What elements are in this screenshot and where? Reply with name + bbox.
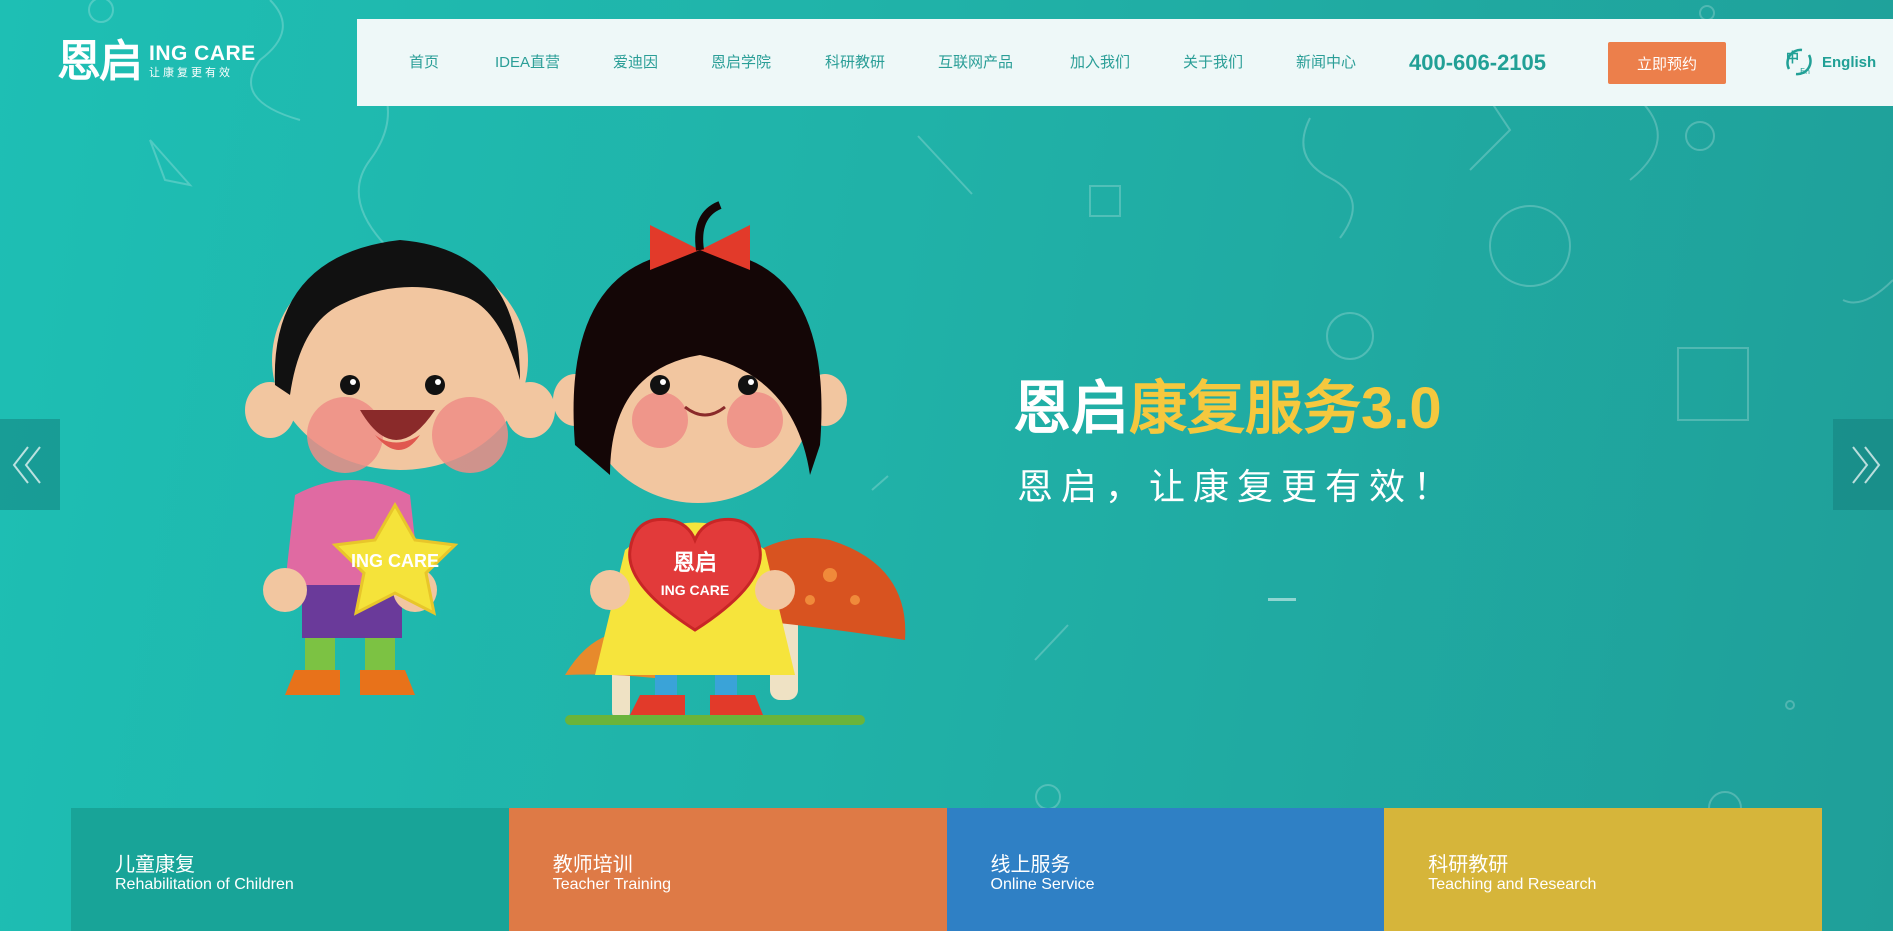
card-teacher-training[interactable]: 教师培训 Teacher Training	[508, 808, 947, 931]
kids-illustration: ING CARE 恩启 ING CARE	[245, 201, 906, 725]
double-chevron-left-icon	[12, 446, 41, 484]
star-badge-text: ING CARE	[351, 551, 439, 571]
logo-slogan: 让康复更有效	[149, 67, 233, 79]
book-now-button[interactable]: 立即预约	[1608, 42, 1726, 84]
card-children-rehab[interactable]: 儿童康复 Rehabilitation of Children	[71, 808, 509, 931]
nav-item-academy[interactable]: 恩启学院	[711, 19, 771, 106]
card-subtitle: Teacher Training	[552, 876, 672, 893]
logo-title: ING CARE	[149, 42, 256, 65]
boy-character: ING CARE	[245, 240, 555, 695]
card-title: 线上服务	[990, 854, 1071, 876]
nav-item-internet-products[interactable]: 互联网产品	[938, 19, 1013, 106]
carousel-next-button[interactable]	[1833, 419, 1893, 510]
service-cards: 儿童康复 Rehabilitation of Children 教师培训 Tea…	[71, 808, 1822, 931]
card-teaching-research[interactable]: 科研教研 Teaching and Research	[1384, 808, 1822, 931]
nav-item-aidiyin[interactable]: 爱迪因	[613, 19, 658, 106]
nav-item-news[interactable]: 新闻中心	[1296, 19, 1356, 106]
card-title: 科研教研	[1428, 854, 1509, 876]
nav-item-research[interactable]: 科研教研	[825, 19, 885, 106]
heart-badge-text: ING CARE	[661, 582, 729, 598]
logo-text: ING CARE 让康复更有效	[149, 43, 256, 81]
card-title: 儿童康复	[115, 854, 195, 876]
zh-en-switch-icon: 中 En	[1786, 48, 1812, 76]
hero-title-brand: 恩启	[1013, 376, 1130, 441]
phone-number: 400-606-2105	[1409, 50, 1547, 75]
language-switch[interactable]: 中 En English	[1782, 45, 1876, 79]
card-title: 教师培训	[552, 854, 633, 876]
heart-badge-mark: 恩启	[673, 550, 717, 576]
card-subtitle: Online Service	[990, 876, 1095, 893]
hero-title: 恩启康复服务3.0	[1013, 374, 1442, 444]
card-online-service[interactable]: 线上服务 Online Service	[946, 808, 1385, 931]
hero-subtitle: 恩启，让康复更有效！	[1017, 466, 1458, 507]
top-navigation: 首页 IDEA直营 爱迪因 恩启学院 科研教研 互联网产品 加入我们 关于我们 …	[357, 19, 1893, 106]
svg-text:En: En	[1800, 67, 1810, 76]
svg-text:中: 中	[1786, 50, 1799, 66]
nav-item-join-us[interactable]: 加入我们	[1070, 19, 1130, 106]
girl-character: 恩启 ING CARE	[553, 201, 847, 715]
logo[interactable]: 恩启 ING CARE 让康复更有效	[57, 40, 256, 84]
hero-divider	[1268, 598, 1296, 601]
carousel-prev-button[interactable]	[0, 419, 60, 510]
hero-title-highlight: 康复服务3.0	[1129, 376, 1442, 441]
double-chevron-right-icon	[1852, 446, 1881, 484]
card-subtitle: Teaching and Research	[1428, 876, 1597, 893]
card-subtitle: Rehabilitation of Children	[115, 876, 294, 893]
nav-item-about-us[interactable]: 关于我们	[1183, 19, 1243, 106]
nav-item-idea[interactable]: IDEA直营	[495, 19, 560, 106]
logo-mark: 恩启	[57, 37, 143, 86]
nav-item-home[interactable]: 首页	[409, 19, 439, 106]
language-label: English	[1822, 53, 1877, 71]
